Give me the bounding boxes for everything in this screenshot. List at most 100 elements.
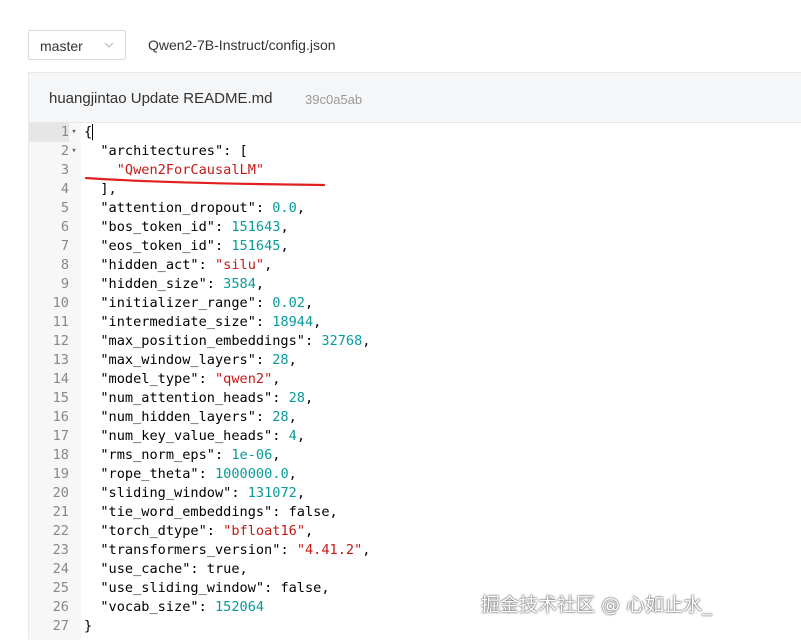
code-text: "rms_norm_eps": 1e-06, xyxy=(100,447,281,463)
code-text: "use_sliding_window": false, xyxy=(100,580,330,596)
code-text: "num_hidden_layers": 28, xyxy=(100,409,297,425)
json-key: "initializer_range" xyxy=(100,295,256,311)
branch-label: master xyxy=(40,38,83,54)
line-number: 20 xyxy=(52,485,69,501)
code-line[interactable]: 15 "num_attention_heads": 28, xyxy=(29,389,801,408)
chevron-down-icon xyxy=(104,42,114,48)
json-number: 1000000.0 xyxy=(214,466,289,482)
branch-selector[interactable]: master xyxy=(28,30,126,60)
line-number: 14 xyxy=(52,371,69,387)
json-key: "rope_theta" xyxy=(100,466,199,482)
line-number: 7 xyxy=(60,238,69,254)
code-line[interactable]: 13 "max_window_layers": 28, xyxy=(29,351,801,370)
json-number: 28 xyxy=(288,390,305,406)
code-line[interactable]: 18 "rms_norm_eps": 1e-06, xyxy=(29,446,801,465)
json-key: "architectures" xyxy=(100,143,224,159)
text-cursor xyxy=(92,124,94,140)
line-number: 21 xyxy=(52,504,69,520)
line-number: 24 xyxy=(52,561,69,577)
json-number: 28 xyxy=(272,352,289,368)
code-line[interactable]: 8 "hidden_act": "silu", xyxy=(29,256,801,275)
code-text: "torch_dtype": "bfloat16", xyxy=(100,523,314,539)
line-number: 1 xyxy=(29,123,69,142)
line-number: 11 xyxy=(52,314,69,330)
code-text: "max_position_embeddings": 32768, xyxy=(100,333,371,349)
code-line[interactable]: 10 "initializer_range": 0.02, xyxy=(29,294,801,313)
line-number: 5 xyxy=(60,200,69,216)
line-number: 27 xyxy=(52,618,69,634)
json-key: "bos_token_id" xyxy=(100,219,215,235)
line-number: 2 xyxy=(60,143,69,159)
code-editor[interactable]: 1 ▾{2 ▾ "architectures": [3 "Qwen2ForCausa… xyxy=(29,123,801,640)
file-viewer: huangjintao Update README.md 39c0a5ab 1 ▾… xyxy=(28,72,801,640)
line-number: 15 xyxy=(52,390,69,406)
code-line[interactable]: 27} xyxy=(29,617,801,636)
fold-toggle-icon[interactable]: ▾ xyxy=(69,142,79,161)
code-line[interactable]: 6 "bos_token_id": 151643, xyxy=(29,218,801,237)
commit-message[interactable]: huangjintao Update README.md xyxy=(49,90,272,107)
code-line[interactable]: 19 "rope_theta": 1000000.0, xyxy=(29,465,801,484)
json-number: 4 xyxy=(288,428,297,444)
line-number: 18 xyxy=(52,447,69,463)
json-key: "hidden_act" xyxy=(100,257,199,273)
line-number: 10 xyxy=(52,295,69,311)
watermark: 掘金技术社区 @ 心如止水_ xyxy=(481,594,712,616)
code-line[interactable]: 5 "attention_dropout": 0.0, xyxy=(29,199,801,218)
file-header: master Qwen2-7B-Instruct/config.json xyxy=(0,0,801,72)
code-line[interactable]: 22 "torch_dtype": "bfloat16", xyxy=(29,522,801,541)
json-number: 1e-06 xyxy=(231,447,273,463)
line-number: 22 xyxy=(52,523,69,539)
code-line[interactable]: 24 "use_cache": true, xyxy=(29,560,801,579)
code-line[interactable]: 9 "hidden_size": 3584, xyxy=(29,275,801,294)
code-text: "attention_dropout": 0.0, xyxy=(100,200,305,216)
code-line[interactable]: 12 "max_position_embeddings": 32768, xyxy=(29,332,801,351)
line-number: 12 xyxy=(52,333,69,349)
code-line[interactable]: 20 "sliding_window": 131072, xyxy=(29,484,801,503)
json-key: "sliding_window" xyxy=(100,485,232,501)
file-path: Qwen2-7B-Instruct/config.json xyxy=(148,37,336,53)
line-number: 25 xyxy=(52,580,69,596)
code-text: "num_key_value_heads": 4, xyxy=(100,428,305,444)
json-punct: } xyxy=(84,618,93,634)
line-number: 26 xyxy=(52,599,69,615)
code-line[interactable]: 23 "transformers_version": "4.41.2", xyxy=(29,541,801,560)
json-number: 28 xyxy=(272,409,289,425)
json-key: "vocab_size" xyxy=(100,599,199,615)
code-line[interactable]: 14 "model_type": "qwen2", xyxy=(29,370,801,389)
code-line[interactable]: 1 ▾ { xyxy=(29,123,801,142)
code-line[interactable]: 21 "tie_word_embeddings": false, xyxy=(29,503,801,522)
json-key: "eos_token_id" xyxy=(100,238,215,254)
commit-sha[interactable]: 39c0a5ab xyxy=(305,92,362,107)
commit-bar: huangjintao Update README.md 39c0a5ab xyxy=(29,73,801,123)
code-line[interactable]: 16 "num_hidden_layers": 28, xyxy=(29,408,801,427)
json-key: "num_key_value_heads" xyxy=(100,428,273,444)
json-number: 151643 xyxy=(231,219,281,235)
line-number: 16 xyxy=(52,409,69,425)
line-number: 17 xyxy=(52,428,69,444)
json-number: 32768 xyxy=(321,333,363,349)
json-key: "num_attention_heads" xyxy=(100,390,273,406)
json-key: "torch_dtype" xyxy=(100,523,207,539)
code-text: "intermediate_size": 18944, xyxy=(100,314,322,330)
code-line[interactable]: 2 ▾ "architectures": [ xyxy=(29,142,801,161)
line-number: 3 xyxy=(60,162,69,178)
code-line[interactable]: 11 "intermediate_size": 18944, xyxy=(29,313,801,332)
code-line[interactable]: 7 "eos_token_id": 151645, xyxy=(29,237,801,256)
code-text: "use_cache": true, xyxy=(100,561,248,577)
code-text: "tie_word_embeddings": false, xyxy=(100,504,338,520)
code-text: "bos_token_id": 151643, xyxy=(100,219,289,235)
fold-toggle-icon[interactable]: ▾ xyxy=(69,123,79,142)
code-text: } xyxy=(84,617,92,636)
red-underline-annotation xyxy=(84,176,326,187)
code-line[interactable]: 17 "num_key_value_heads": 4, xyxy=(29,427,801,446)
code-text: "architectures": [ xyxy=(84,142,247,161)
json-number: 3584 xyxy=(223,276,256,292)
json-key: "use_sliding_window" xyxy=(100,580,265,596)
line-number: 13 xyxy=(52,352,69,368)
json-key: "model_type" xyxy=(100,371,199,387)
json-key: "max_position_embeddings" xyxy=(100,333,305,349)
json-key: "tie_word_embeddings" xyxy=(100,504,273,520)
line-number: 19 xyxy=(52,466,69,482)
json-number: 0.0 xyxy=(272,200,297,216)
line-number: 8 xyxy=(60,257,69,273)
